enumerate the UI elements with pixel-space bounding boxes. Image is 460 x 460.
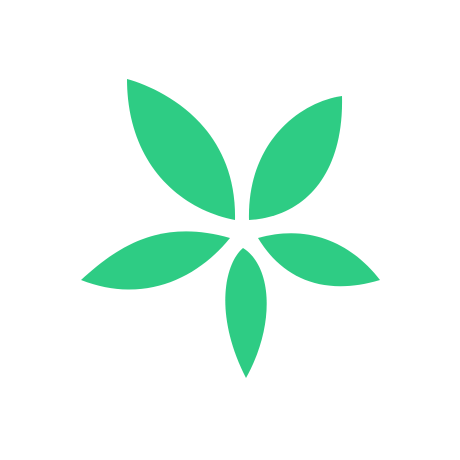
app-icon-canvas <box>0 0 460 460</box>
petal-bottom <box>225 248 267 378</box>
flower-icon <box>81 79 380 378</box>
petal-upper-left <box>127 79 236 220</box>
petal-right <box>258 233 380 287</box>
petal-left <box>81 231 230 290</box>
petal-upper-right <box>248 96 343 220</box>
